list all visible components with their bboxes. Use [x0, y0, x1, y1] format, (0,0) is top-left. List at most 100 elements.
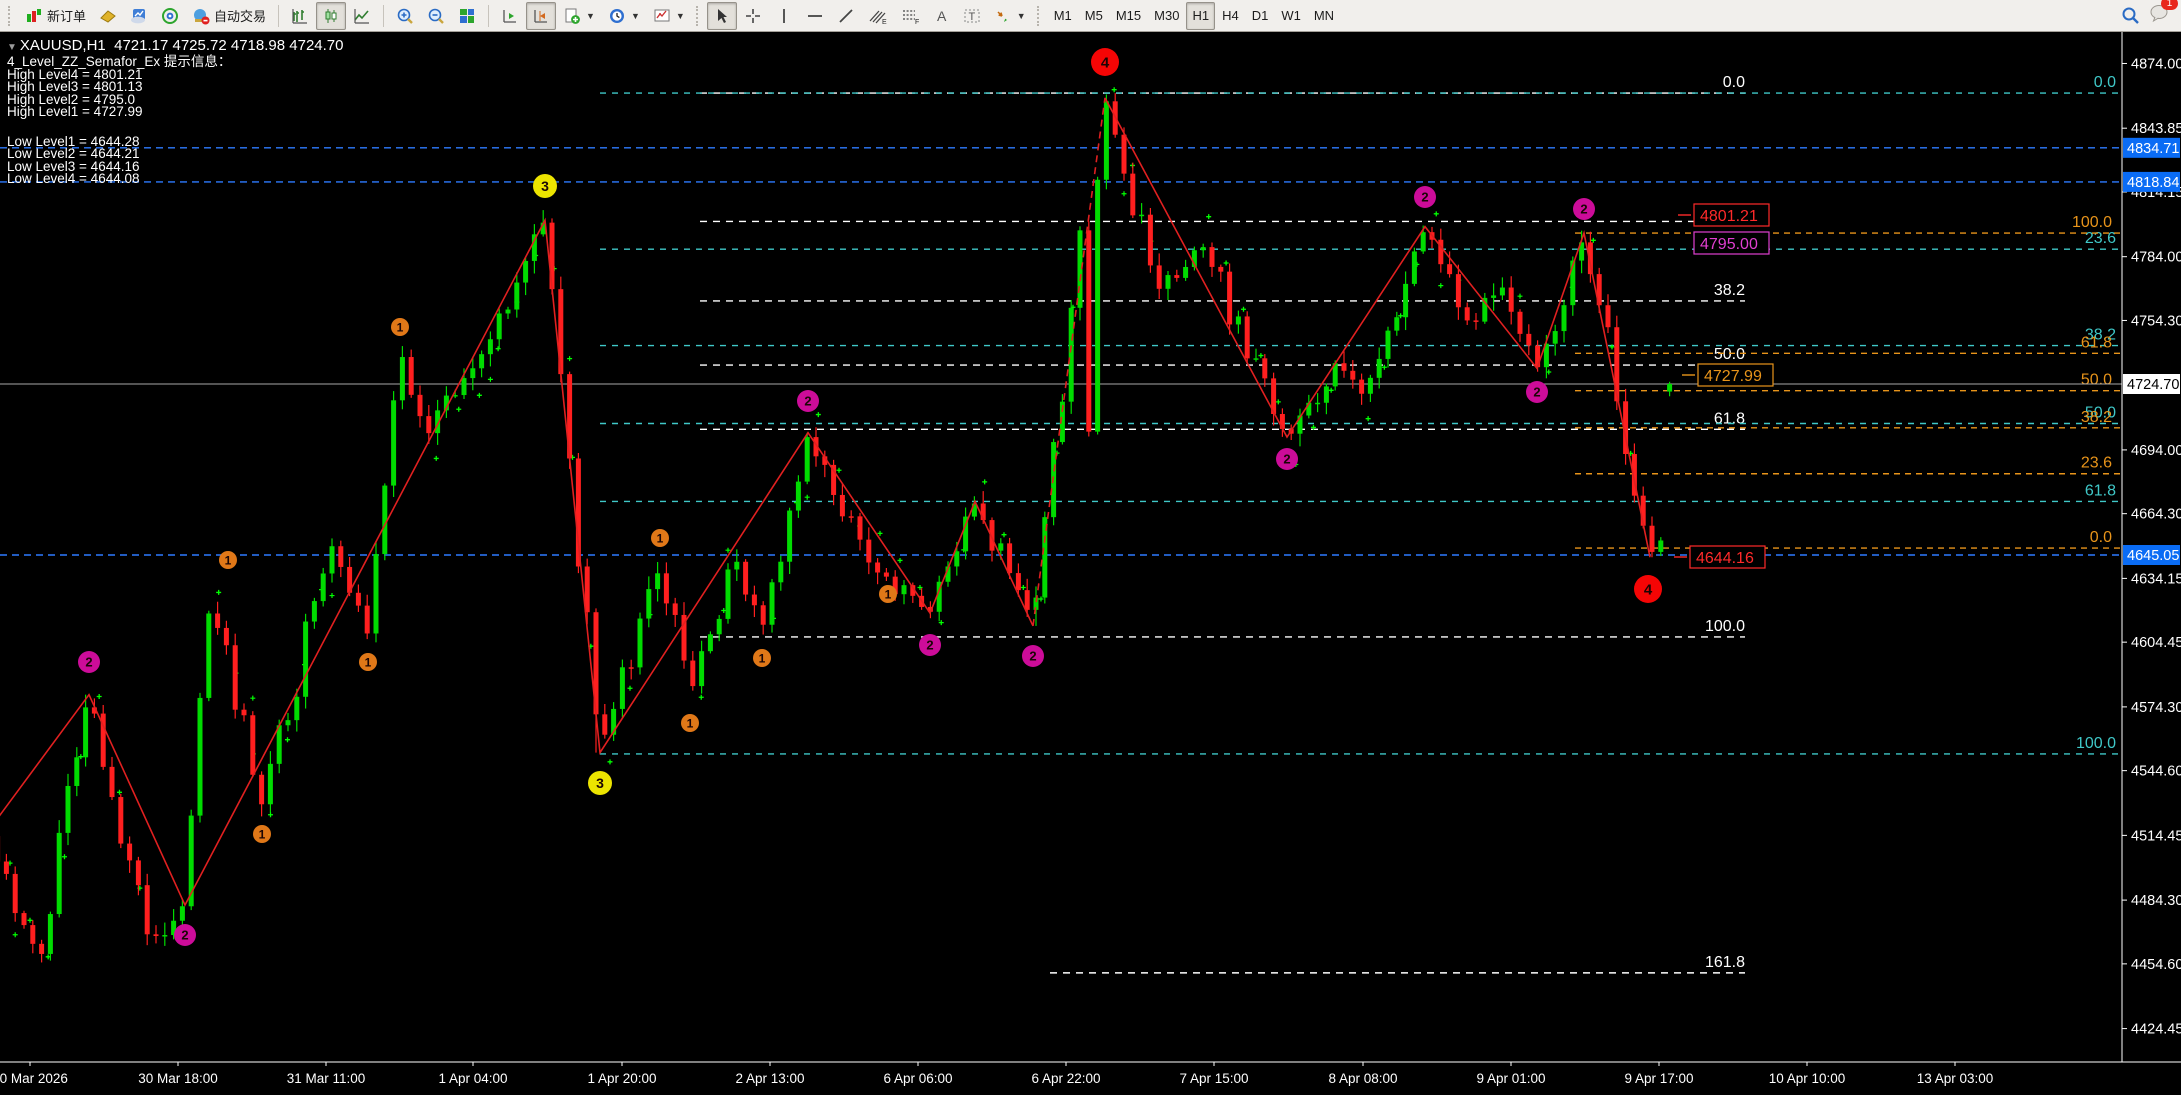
- tab-timeframe-m30[interactable]: M30: [1148, 2, 1185, 30]
- candle-body: [638, 619, 643, 668]
- toolbar-grip[interactable]: [1037, 6, 1043, 26]
- candle-body: [1342, 363, 1347, 371]
- auto-trading-button[interactable]: 自动交易: [186, 2, 272, 30]
- market-button[interactable]: [93, 2, 123, 30]
- candle-body: [954, 551, 959, 566]
- candle-body: [761, 605, 766, 624]
- candles-layer[interactable]: [0, 93, 1672, 962]
- fibonacci-tool-button[interactable]: F: [895, 2, 927, 30]
- signals-button[interactable]: [155, 2, 185, 30]
- tab-timeframe-w1[interactable]: W1: [1275, 2, 1307, 30]
- candle-body: [356, 593, 361, 606]
- candle-body: [1218, 267, 1223, 272]
- price-axis[interactable]: 4874.004843.854814.154784.004754.304694.…: [0, 32, 2181, 1095]
- candle-body: [1315, 403, 1320, 405]
- candle-body: [470, 368, 475, 378]
- svg-text:E: E: [882, 19, 887, 25]
- candle-body: [1245, 316, 1250, 358]
- templates-button[interactable]: ▼: [647, 2, 691, 30]
- time-axis[interactable]: 30 Mar 202630 Mar 18:0031 Mar 11:001 Apr…: [0, 1062, 1993, 1086]
- candle-body: [39, 944, 44, 954]
- toolbar-grip[interactable]: [696, 6, 702, 26]
- trendline-tool-button[interactable]: [831, 2, 861, 30]
- tab-timeframe-d1[interactable]: D1: [1246, 2, 1275, 30]
- candle-body: [629, 667, 634, 669]
- candle-body: [57, 833, 62, 914]
- tab-timeframe-m15[interactable]: M15: [1110, 2, 1147, 30]
- toolbar-grip[interactable]: [8, 6, 14, 26]
- auto-scroll-button[interactable]: [495, 2, 525, 30]
- tab-timeframe-m5[interactable]: M5: [1079, 2, 1109, 30]
- fib-set-orange[interactable]: 100.061.850.038.223.60.0: [1575, 214, 2120, 548]
- candle-body: [1474, 320, 1479, 322]
- candle-body: [215, 613, 220, 627]
- tile-windows-button[interactable]: [452, 2, 482, 30]
- candle-body: [1509, 288, 1514, 312]
- bar-chart-mode-button[interactable]: [285, 2, 315, 30]
- price-tick: 4843.85: [2131, 121, 2181, 137]
- fib-label: 38.2: [1714, 282, 1745, 299]
- candle-body: [242, 710, 247, 716]
- candle-body: [1650, 526, 1655, 552]
- new-order-button[interactable]: 新订单: [19, 2, 92, 30]
- candlestick-mode-button[interactable]: [316, 2, 346, 30]
- fib-set-cyan[interactable]: 0.023.638.250.061.8100.0: [600, 74, 2120, 754]
- candle-body: [514, 283, 519, 310]
- svg-text:4724.70: 4724.70: [2127, 377, 2179, 393]
- candle-body: [523, 261, 528, 283]
- candle-body: [48, 914, 53, 954]
- candle-body: [180, 906, 185, 920]
- candle-body: [268, 764, 273, 804]
- chart-shift-button[interactable]: [526, 2, 556, 30]
- candle-body: [136, 860, 141, 885]
- candle-body: [1104, 101, 1109, 179]
- line-chart-icon: [353, 7, 371, 25]
- new-chart-button[interactable]: ▼: [557, 2, 601, 30]
- channel-tool-button[interactable]: E: [862, 2, 894, 30]
- candle-body: [74, 757, 79, 786]
- fib-label: 23.6: [2081, 455, 2112, 472]
- periods-button[interactable]: ▼: [602, 2, 646, 30]
- candle-body: [708, 634, 713, 651]
- notifications-button[interactable]: 1: [2149, 3, 2171, 28]
- horizontal-line-tool-button[interactable]: [800, 2, 830, 30]
- search-icon[interactable]: [2121, 6, 2141, 26]
- arrows-tool-button[interactable]: ▼: [988, 2, 1032, 30]
- cursor-tool-button[interactable]: [707, 2, 737, 30]
- candle-body: [673, 603, 678, 615]
- tab-timeframe-m1[interactable]: M1: [1048, 2, 1078, 30]
- candle-body: [479, 354, 484, 368]
- charts-cloud-button[interactable]: [124, 2, 154, 30]
- svg-text:1: 1: [657, 531, 664, 545]
- new-order-icon: [25, 7, 43, 25]
- horn-icon: [99, 7, 117, 25]
- svg-text:4801.21: 4801.21: [1700, 208, 1758, 225]
- price-chart[interactable]: 0.023.638.250.061.8100.0161.80.023.638.2…: [0, 0, 2181, 1095]
- line-chart-mode-button[interactable]: [347, 2, 377, 30]
- candle-body: [690, 661, 695, 687]
- vertical-line-tool-button[interactable]: [769, 2, 799, 30]
- price-tag-labels: 4801.214795.004727.994644.16: [1674, 204, 1773, 568]
- label-tool-button[interactable]: T: [957, 2, 987, 30]
- price-tick: 4484.30: [2131, 893, 2181, 909]
- candle-body: [1157, 265, 1162, 288]
- fib-label: 50.0: [2081, 372, 2112, 389]
- candle-body: [1447, 264, 1452, 274]
- candle-body: [294, 697, 299, 720]
- zoom-out-button[interactable]: [421, 2, 451, 30]
- text-tool-button[interactable]: A: [928, 2, 956, 30]
- tab-timeframe-h4[interactable]: H4: [1216, 2, 1245, 30]
- candle-body: [312, 601, 317, 621]
- svg-text:2: 2: [181, 928, 188, 943]
- tab-timeframe-mn[interactable]: MN: [1308, 2, 1340, 30]
- tab-timeframe-h1[interactable]: H1: [1186, 2, 1215, 30]
- fib-label: 0.0: [2090, 529, 2112, 546]
- candle-body: [875, 562, 880, 572]
- zoom-in-button[interactable]: [390, 2, 420, 30]
- svg-text:1: 1: [759, 651, 766, 665]
- crosshair-tool-button[interactable]: [738, 2, 768, 30]
- auto-trading-icon: [192, 7, 210, 25]
- candle-body: [418, 395, 423, 416]
- candle-body: [796, 482, 801, 511]
- candle-body: [726, 569, 731, 618]
